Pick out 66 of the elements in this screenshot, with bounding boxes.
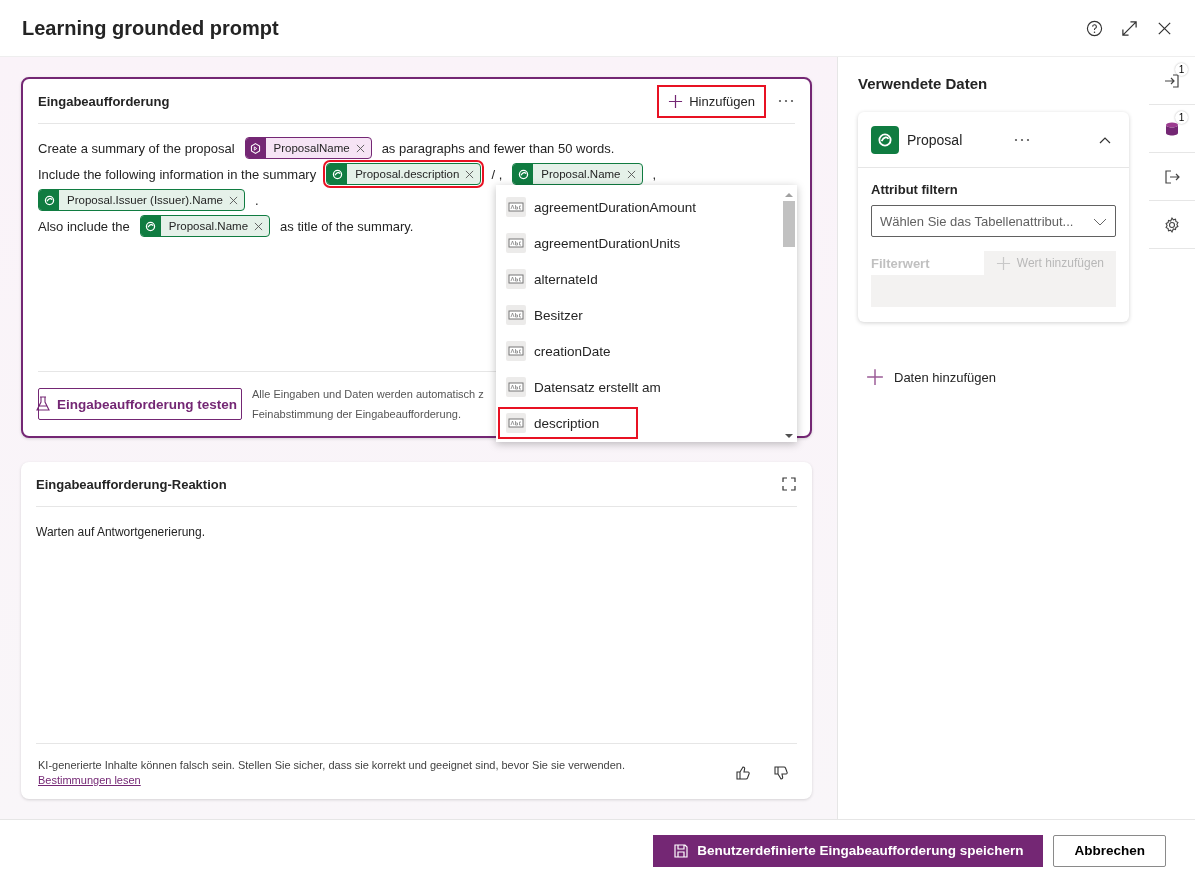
save-icon xyxy=(673,842,690,859)
variable-chip[interactable]: Proposal.Issuer (Issuer).Name xyxy=(38,189,245,211)
response-text: Warten auf Antwortgenerierung. xyxy=(36,525,205,539)
dialog-title: Learning grounded prompt xyxy=(22,16,280,40)
source-name: Proposal xyxy=(907,132,964,148)
card-title: Eingabeaufforderung-Reaktion xyxy=(36,476,228,492)
prompt-text: / , xyxy=(491,166,503,182)
scroll-down-icon[interactable] xyxy=(785,432,793,440)
more-icon[interactable] xyxy=(777,98,795,104)
text-field-icon xyxy=(506,413,526,433)
text-field-icon xyxy=(506,233,526,253)
hint-text: Feinabstimmung der Eingabeaufforderung. xyxy=(252,407,462,422)
variable-chip[interactable]: Proposal.Name xyxy=(139,215,271,237)
variable-chip[interactable]: Proposal.description xyxy=(326,163,482,185)
close-icon[interactable] xyxy=(254,221,264,231)
close-icon[interactable] xyxy=(626,169,636,179)
text-field-icon xyxy=(506,197,526,217)
thumbs-down-icon[interactable] xyxy=(773,765,789,781)
add-button[interactable]: Hinzufügen xyxy=(660,87,763,115)
thumbs-up-icon[interactable] xyxy=(735,765,751,781)
close-icon[interactable] xyxy=(465,169,475,179)
hint-text: Alle Eingaben und Daten werden automatisch z xyxy=(252,387,484,402)
plus-icon xyxy=(995,255,1011,271)
plus-icon xyxy=(668,93,684,109)
prompt-text: , xyxy=(652,166,657,182)
help-icon[interactable] xyxy=(1086,19,1103,37)
variable-chip[interactable]: ProposalName xyxy=(244,137,372,159)
prompt-text: Create a summary of the proposal xyxy=(38,140,235,156)
prompt-text: as title of the summary. xyxy=(280,218,414,234)
prompt-text: as paragraphs and fewer than 50 words. xyxy=(381,140,615,156)
count-badge: 1 xyxy=(1175,111,1188,124)
sign-in-icon xyxy=(1163,71,1181,90)
plus-icon xyxy=(866,368,884,386)
add-data-button[interactable]: Daten hinzufügen xyxy=(866,368,996,386)
prompt-text: Also include the xyxy=(38,218,130,234)
text-field-icon xyxy=(506,305,526,325)
dropdown-item[interactable]: description xyxy=(498,407,638,439)
field-label: Attribut filtern xyxy=(871,182,959,197)
prompt-text: . xyxy=(254,192,259,208)
variable-chip[interactable]: Proposal.Name xyxy=(512,163,643,185)
scrollbar-thumb[interactable] xyxy=(783,201,795,247)
rail-button[interactable]: 1 xyxy=(1149,57,1195,105)
panel-title: Verwendete Daten xyxy=(858,75,989,92)
disclaimer-text: KI-generierte Inhalte können falsch sein. Stellen Sie sicher, dass sie korrekt und geeignet sind, bevor Sie sie verwenden. xyxy=(38,758,625,773)
prompt-text: Include the following information in the summary xyxy=(38,166,317,182)
text-field-icon xyxy=(506,269,526,289)
fullscreen-icon[interactable] xyxy=(781,476,797,492)
terms-link[interactable]: Bestimmungen lesen xyxy=(38,773,141,788)
flask-icon xyxy=(35,396,51,412)
expand-icon[interactable] xyxy=(1121,19,1138,37)
cancel-button[interactable]: Abbrechen xyxy=(1053,834,1166,867)
hexagon-icon xyxy=(249,141,263,155)
sign-out-icon xyxy=(1163,167,1181,186)
more-icon[interactable] xyxy=(1013,137,1031,143)
scroll-up-icon[interactable] xyxy=(785,191,793,199)
attribute-select[interactable]: Wählen Sie das Tabellenattribut... xyxy=(871,205,1116,237)
close-icon[interactable] xyxy=(228,195,238,205)
settings-icon xyxy=(1163,215,1181,234)
text-field-icon xyxy=(506,377,526,397)
card-title: Eingabeaufforderung xyxy=(38,93,171,109)
test-button[interactable]: Eingabeaufforderung testen xyxy=(38,388,242,420)
field-label: Filterwert xyxy=(871,255,930,271)
rail-button[interactable]: 1 xyxy=(1149,105,1195,153)
text-field-icon xyxy=(506,341,526,361)
count-badge: 1 xyxy=(1175,63,1188,76)
save-button[interactable]: Benutzerdefinierte Eingabeaufforderung speichern xyxy=(653,834,1044,867)
